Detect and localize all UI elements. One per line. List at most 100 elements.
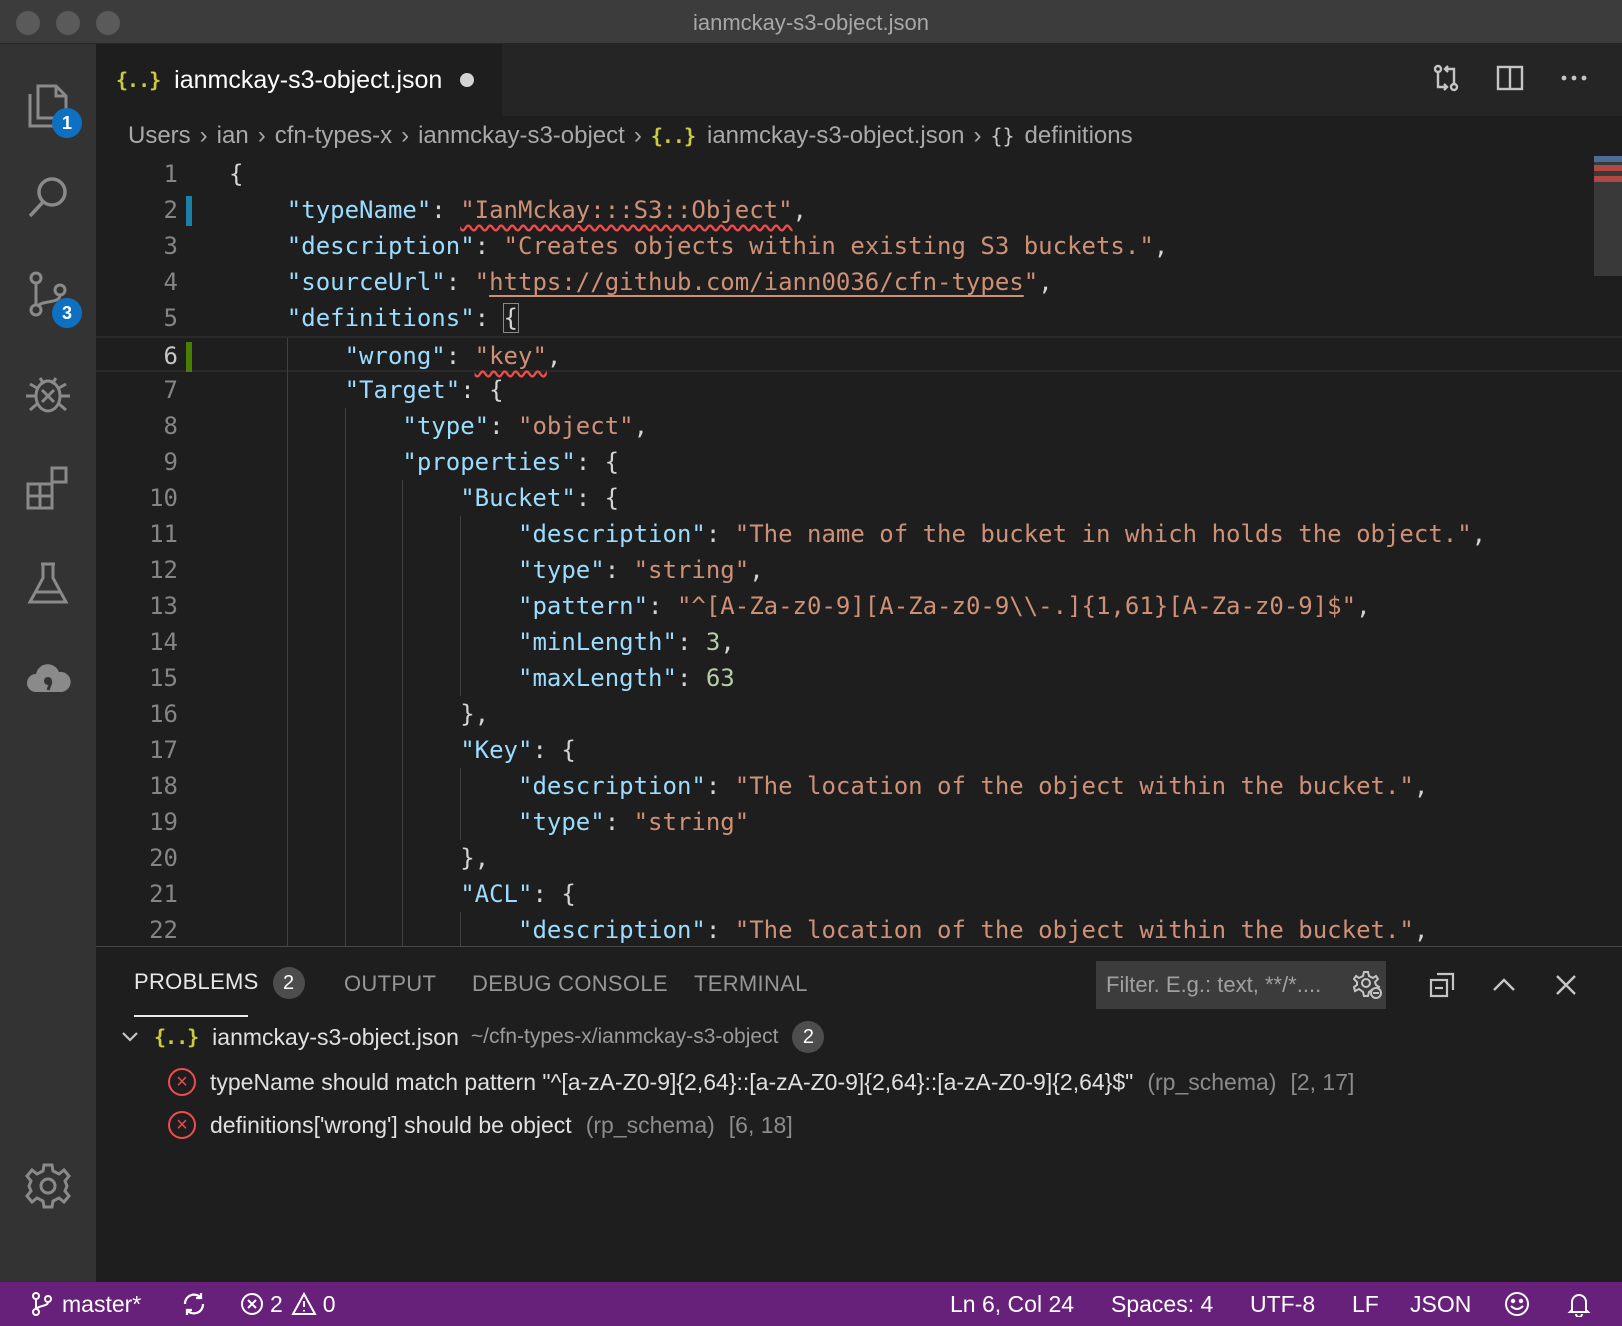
code-line[interactable]: 13 "pattern": "^[A-Za-z0-9][A-Za-z0-9\\-.… (96, 588, 1622, 624)
breadcrumb-item[interactable]: ianmckay-s3-object (418, 122, 625, 150)
feedback-button[interactable] (1504, 1282, 1530, 1326)
breadcrumb-item[interactable]: ian (217, 122, 249, 150)
open-changes-button[interactable] (1428, 60, 1464, 96)
code-line[interactable]: 21 "ACL": { (96, 876, 1622, 912)
encoding[interactable]: UTF-8 (1250, 1282, 1315, 1326)
code-line[interactable]: 12 "type": "string", (96, 552, 1622, 588)
maximize-panel-button[interactable] (1486, 967, 1522, 1003)
code-token: "object" (518, 412, 634, 440)
source-control-button[interactable]: 3 (18, 264, 82, 328)
extensions-icon (26, 466, 68, 510)
error-icon (241, 1293, 263, 1315)
split-editor-button[interactable] (1492, 60, 1528, 96)
code-token: : (705, 772, 735, 800)
code-line[interactable]: 3 "description": "Creates objects within … (96, 228, 1622, 264)
split-editor-icon (1496, 65, 1524, 91)
code-line[interactable]: 10 "Bucket": { (96, 480, 1622, 516)
code-line[interactable]: 6 "wrong": "key", (96, 336, 1622, 374)
code-line[interactable]: 5 "definitions": { (96, 300, 1622, 336)
filter-settings-button[interactable] (1350, 967, 1386, 1003)
indent-guide (344, 552, 346, 588)
editor-tab[interactable]: {..} ianmckay-s3-object.json (96, 44, 502, 116)
breadcrumb-file[interactable]: ianmckay-s3-object.json (707, 122, 964, 150)
more-actions-button[interactable] (1556, 60, 1592, 96)
language-mode[interactable]: JSON (1410, 1282, 1471, 1326)
tab-debug-console[interactable]: DEBUG CONSOLE (472, 971, 668, 997)
line-ending[interactable]: LF (1352, 1282, 1379, 1326)
indent-guide (344, 480, 346, 516)
code-line[interactable]: 16}, (96, 696, 1622, 732)
code-token: : { (532, 880, 576, 908)
extensions-button[interactable] (18, 458, 78, 518)
code-token: : (604, 556, 634, 584)
breadcrumb-item[interactable]: Users (128, 122, 191, 150)
code-line[interactable]: 19 "type": "string" (96, 804, 1622, 840)
branch-name: master* (62, 1290, 142, 1317)
code-token: : (474, 232, 504, 260)
active-tab-indicator (134, 1015, 248, 1017)
collapse-all-button[interactable] (1424, 967, 1460, 1003)
code-editor[interactable]: 1{2 "typeName": "IanMckay:::S3::Object", 3… (96, 156, 1622, 946)
breadcrumb-symbol[interactable]: definitions (1025, 122, 1133, 150)
cursor-position[interactable]: Ln 6, Col 24 (950, 1282, 1074, 1326)
close-panel-button[interactable] (1548, 967, 1584, 1003)
code-line[interactable]: 7 "Target": { (96, 372, 1622, 408)
json-file-icon: {..} (154, 1025, 199, 1049)
explorer-button[interactable]: 1 (18, 74, 82, 138)
indent-guide (402, 588, 404, 624)
problem-item[interactable]: × definitions['wrong'] should be object … (168, 1105, 793, 1145)
code-line[interactable]: 1{ (96, 156, 1622, 192)
title-bar: ianmckay-s3-object.json (0, 0, 1622, 44)
code-line[interactable]: 9 "properties": { (96, 444, 1622, 480)
code-token: "The name of the bucket in which holds t… (734, 520, 1472, 548)
code-text: "ACL": { (460, 876, 576, 912)
code-line[interactable]: 15 "maxLength": 63 (96, 660, 1622, 696)
manage-button[interactable] (18, 1156, 78, 1216)
code-line[interactable]: 18 "description": "The location of the ob… (96, 768, 1622, 804)
breadcrumb-item[interactable]: cfn-types-x (275, 122, 392, 150)
problems-file-path: ~/cfn-types-x/ianmckay-s3-object (470, 1025, 779, 1048)
tab-problems-label: PROBLEMS (134, 968, 259, 994)
indent-guide (402, 768, 404, 804)
indent-guide (286, 408, 288, 444)
indent-guide (286, 876, 288, 912)
sync-button[interactable] (180, 1282, 208, 1326)
code-token: 63 (705, 664, 735, 692)
code-line[interactable]: 14 "minLength": 3, (96, 624, 1622, 660)
notifications-button[interactable] (1566, 1282, 1592, 1326)
code-token: "minLength" (518, 628, 677, 656)
indent-guide (344, 840, 346, 876)
line-number: 15 (149, 664, 178, 692)
code-line[interactable]: 8 "type": "object", (96, 408, 1622, 444)
testing-button[interactable] (18, 554, 78, 614)
problems-filter-input[interactable]: Filter. E.g.: text, **/*.... (1096, 961, 1386, 1009)
indent-guide (402, 624, 404, 660)
tab-terminal[interactable]: TERMINAL (694, 971, 808, 997)
search-button[interactable] (18, 168, 78, 228)
cloud-button[interactable] (18, 648, 78, 708)
indent-guide (344, 732, 346, 768)
debug-button[interactable] (18, 362, 78, 422)
code-token: : (705, 520, 735, 548)
code-line[interactable]: 2 "typeName": "IanMckay:::S3::Object", (96, 192, 1622, 228)
code-line[interactable]: 22 "description": "The location of the ob… (96, 912, 1622, 946)
code-text: "description": "Creates objects within e… (287, 228, 1168, 264)
code-text: "description": "The location of the obje… (518, 912, 1428, 946)
code-line[interactable]: 11 "description": "The name of the bucket… (96, 516, 1622, 552)
problem-item[interactable]: × typeName should match pattern "^[a-zA-… (168, 1062, 1354, 1102)
code-token: "string" (633, 808, 750, 836)
indentation[interactable]: Spaces: 4 (1111, 1282, 1213, 1326)
editor-scrollbar[interactable] (1594, 156, 1622, 276)
code-line[interactable]: 17 "Key": { (96, 732, 1622, 768)
code-line[interactable]: 4 "sourceUrl": "https://github.com/iann00… (96, 264, 1622, 300)
tab-output[interactable]: OUTPUT (344, 971, 436, 997)
error-icon: × (168, 1111, 196, 1139)
unsaved-dot-icon[interactable] (460, 73, 475, 87)
code-token: , (792, 196, 807, 224)
code-token: "Target" (344, 376, 461, 404)
problems-file-group[interactable]: {..} ianmckay-s3-object.json ~/cfn-types… (120, 1019, 825, 1055)
code-line[interactable]: 20}, (96, 840, 1622, 876)
problems-status[interactable]: 2 0 (240, 1282, 336, 1326)
branch-status[interactable]: master* (30, 1282, 141, 1326)
tab-problems[interactable]: PROBLEMS 2 (134, 967, 305, 999)
